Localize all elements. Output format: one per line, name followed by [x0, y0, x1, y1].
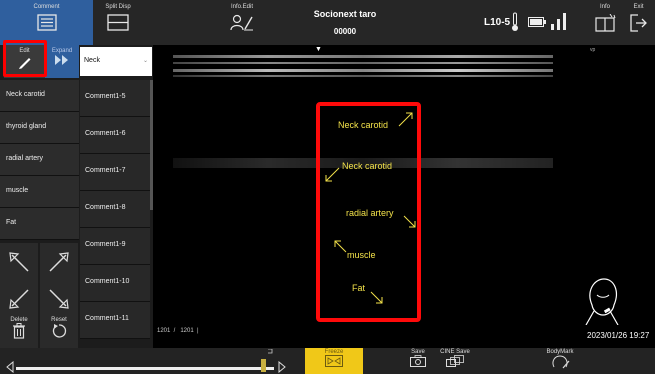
ultrasound-tissue-band — [173, 75, 553, 77]
body-mark-icon — [585, 278, 619, 325]
date-time: 2023/01/26 19:27 — [587, 331, 650, 340]
delete-button[interactable]: Delete — [0, 315, 38, 348]
arrow-down-left-icon — [9, 288, 29, 309]
annotation-arrow-down-left-icon — [325, 167, 340, 182]
camera-icon — [410, 355, 426, 367]
word-item-fat[interactable]: Fat — [0, 208, 79, 240]
cine-next-icon — [278, 361, 286, 373]
exit-button[interactable]: Exit — [622, 0, 655, 45]
comment-item[interactable]: Comment1-9 — [80, 228, 150, 265]
trash-icon — [13, 323, 25, 339]
arrow-up-left-button[interactable] — [0, 243, 38, 280]
arrow-down-left-button[interactable] — [0, 280, 38, 317]
ultrasound-tissue-band — [173, 55, 553, 58]
info-edit-label: Info.Edit — [230, 4, 253, 10]
comment-item[interactable]: Comment1-8 — [80, 191, 150, 228]
reset-button[interactable]: Reset — [40, 315, 78, 348]
ultrasound-tissue-band — [173, 62, 553, 64]
annotation-arrow-up-left-icon — [334, 240, 347, 253]
split-display-label: Split Disp — [105, 4, 131, 10]
comment-item[interactable]: Comment1-10 — [80, 265, 150, 302]
comment-list: Comment1-5 Comment1-6 Comment1-7 Comment… — [80, 80, 150, 339]
category-select-value: Neck — [84, 57, 100, 64]
comment-button[interactable]: Comment — [0, 0, 93, 45]
cine-save-icon — [446, 355, 464, 367]
save-button[interactable]: Save — [403, 348, 433, 374]
annotation-neck-carotid-2[interactable]: Neck carotid — [342, 161, 392, 171]
word-item-radial-artery[interactable]: radial artery — [0, 144, 79, 176]
info-book-icon — [595, 14, 616, 32]
patient-name[interactable]: Socionext taro — [280, 9, 410, 19]
cine-slider[interactable] — [0, 348, 300, 374]
annotation-arrow-up-right-icon — [398, 112, 413, 127]
annotation-muscle[interactable]: muscle — [347, 250, 376, 260]
focus-marker-icon: ▼ — [315, 46, 322, 53]
edit-highlight-box — [3, 40, 47, 77]
split-display-button[interactable]: Split Disp — [93, 0, 143, 45]
arrow-up-left-icon — [9, 251, 29, 272]
top-bar: Comment Split Disp Info.Edit Socionext t… — [0, 0, 655, 45]
exit-icon — [629, 14, 647, 32]
expand-button[interactable]: Expand — [45, 45, 79, 78]
word-item-thyroid-gland[interactable]: thyroid gland — [0, 112, 79, 144]
battery-icon — [528, 17, 546, 27]
comment-item[interactable]: Comment1-7 — [80, 154, 150, 191]
bodymark-button[interactable]: BodyMark — [540, 348, 580, 374]
cine-save-button[interactable]: CINE Save — [437, 348, 473, 374]
comment-icon — [36, 14, 57, 31]
bottom-bar: Freeze Save CINE Save BodyMark — [0, 348, 655, 374]
freeze-icon — [325, 355, 343, 367]
chevron-down-icon: ⌄ — [142, 58, 148, 64]
category-select[interactable]: Neck ⌄ — [80, 47, 152, 76]
comment-item[interactable]: Comment1-5 — [80, 80, 150, 117]
arrow-down-right-icon — [49, 288, 69, 309]
cine-prev-icon — [6, 361, 14, 373]
cine-slider-thumb[interactable] — [261, 359, 267, 372]
annotation-neck-carotid-1[interactable]: Neck carotid — [338, 120, 388, 130]
ultrasound-tissue-band — [173, 69, 553, 72]
annotation-fat[interactable]: Fat — [352, 283, 365, 293]
freeze-button[interactable]: Freeze — [305, 348, 363, 374]
cine-marker-icon — [268, 349, 273, 354]
info-edit-button[interactable]: Info.Edit — [217, 0, 267, 45]
comment-item[interactable]: Comment1-6 — [80, 117, 150, 154]
expand-icon — [55, 55, 68, 65]
signal-icon — [551, 13, 566, 30]
exit-label: Exit — [633, 4, 644, 10]
patient-id[interactable]: 00000 — [280, 27, 410, 36]
comment-panel: Edit Expand Neck ⌄ Neck carotid thyroid … — [0, 45, 153, 348]
annotation-arrow-down-right-icon — [403, 215, 416, 228]
split-display-icon — [107, 14, 129, 31]
info-label: Info — [599, 4, 610, 10]
annotation-arrow-down-right-icon — [370, 291, 383, 304]
reset-icon — [52, 324, 67, 338]
ultrasound-image[interactable]: ▼ vp Neck carotid Neck carotid radial ar… — [153, 45, 655, 348]
info-button[interactable]: Info — [589, 0, 621, 45]
coordinate-readout: 1201 / 1201 | — [157, 328, 199, 334]
comment-item[interactable]: Comment1-11 — [80, 302, 150, 339]
annotation-radial-artery[interactable]: radial artery — [346, 208, 394, 218]
word-item-muscle[interactable]: muscle — [0, 176, 79, 208]
comment-label: Comment — [33, 4, 60, 10]
vp-label: vp — [590, 47, 596, 53]
info-edit-icon — [230, 14, 253, 31]
arrow-down-right-button[interactable] — [40, 280, 78, 317]
arrow-up-right-icon — [49, 251, 69, 272]
word-item-neck-carotid[interactable]: Neck carotid — [0, 80, 79, 112]
thermometer-icon — [512, 12, 518, 31]
word-list: Neck carotid thyroid gland radial artery… — [0, 80, 79, 240]
arrow-up-right-button[interactable] — [40, 243, 78, 280]
cine-slider-track[interactable] — [16, 367, 274, 370]
bodymark-head-icon — [552, 355, 570, 369]
probe-name[interactable]: L10-5 — [484, 17, 510, 28]
